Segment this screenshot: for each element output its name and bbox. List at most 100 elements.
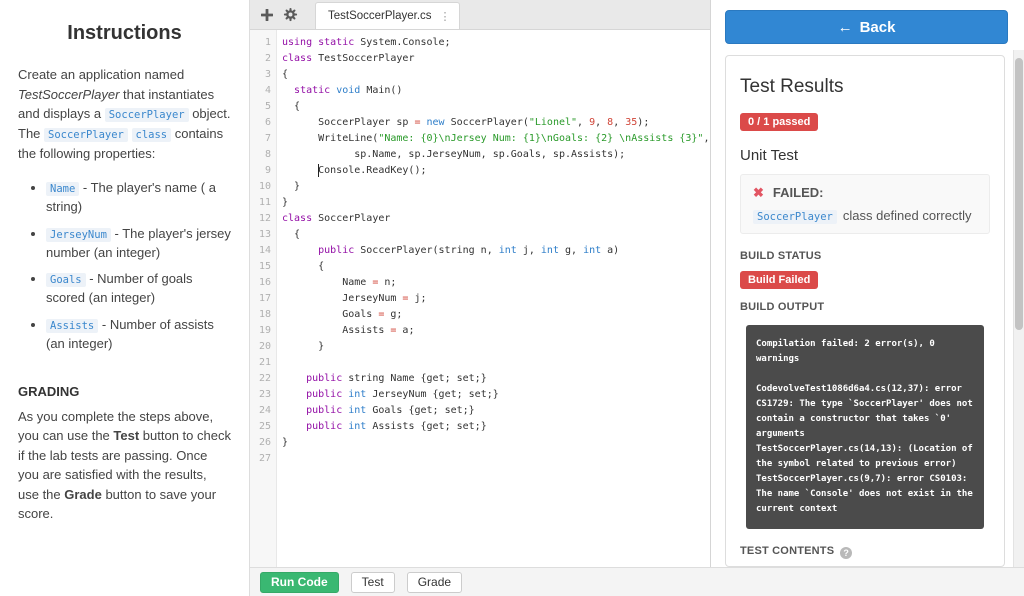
line-number: 12	[250, 211, 276, 227]
line-number: 9	[250, 163, 276, 179]
code-chip: class	[132, 128, 172, 142]
line-number: 2	[250, 51, 276, 67]
code-line[interactable]: {	[282, 227, 710, 243]
code-line[interactable]: public int JerseyNum {get; set;}	[282, 387, 710, 403]
grading-heading: GRADING	[18, 384, 231, 399]
code-line[interactable]: WriteLine("Name: {0}\nJersey Num: {1}\nG…	[282, 131, 710, 147]
line-number: 19	[250, 323, 276, 339]
code-line[interactable]: public int Assists {get; set;}	[282, 419, 710, 435]
code-line[interactable]: using static System.Console;	[282, 35, 710, 51]
instructions-title: Instructions	[18, 22, 231, 45]
code-chip: Name	[46, 182, 79, 196]
code-gutter: 1234567891011121314151617181920212223242…	[250, 30, 277, 567]
code-line[interactable]: {	[282, 259, 710, 275]
code-line[interactable]: {	[282, 67, 710, 83]
line-number: 11	[250, 195, 276, 211]
grading-bold-grade: Grade	[64, 487, 102, 502]
build-output-label: BUILD OUTPUT	[740, 301, 990, 313]
back-arrow-icon: ←	[838, 19, 853, 36]
code-chip: Goals	[46, 273, 86, 287]
scrollbar-thumb[interactable]	[1015, 58, 1023, 330]
code-line[interactable]: SoccerPlayer sp = new SoccerPlayer("Lion…	[282, 115, 710, 131]
list-item: Goals - Number of goals scored (an integ…	[46, 270, 231, 308]
code-chip: SoccerPlayer	[44, 128, 128, 142]
code-chip: Assists	[46, 319, 98, 333]
line-number: 21	[250, 355, 276, 371]
code-lines: using static System.Console;class TestSo…	[277, 30, 710, 567]
list-item: Assists - Number of assists (an integer)	[46, 316, 231, 354]
test-results-card: Test Results 0 / 1 passed Unit Test ✖FAI…	[725, 55, 1005, 567]
settings-gear-button[interactable]	[283, 7, 298, 22]
editor-panel: TestSoccerPlayer.cs ⋮ 123456789101112131…	[250, 0, 711, 596]
line-number: 17	[250, 291, 276, 307]
unit-test-heading: Unit Test	[740, 147, 990, 164]
code-line[interactable]: Console.ReadKey();	[282, 163, 710, 179]
code-line[interactable]: JerseyNum = j;	[282, 291, 710, 307]
code-line[interactable]: Goals = g;	[282, 307, 710, 323]
code-line[interactable]: public int Goals {get; set;}	[282, 403, 710, 419]
line-number: 8	[250, 147, 276, 163]
code-line[interactable]: Name = n;	[282, 275, 710, 291]
add-file-button[interactable]	[260, 8, 274, 22]
test-button[interactable]: Test	[351, 572, 395, 593]
code-line[interactable]: public string Name {get; set;}	[282, 371, 710, 387]
code-chip: JerseyNum	[46, 228, 111, 242]
failed-row: ✖FAILED:	[753, 185, 977, 201]
line-number: 15	[250, 259, 276, 275]
results-panel: ← Back Test Results 0 / 1 passed Unit Tes…	[711, 0, 1024, 596]
gear-icon	[283, 7, 298, 22]
intro-text: Create an application named	[18, 67, 184, 82]
build-output: Compilation failed: 2 error(s), 0 warnin…	[746, 325, 984, 529]
code-line[interactable]	[282, 355, 710, 371]
code-editor[interactable]: 1234567891011121314151617181920212223242…	[250, 30, 710, 567]
line-number: 5	[250, 99, 276, 115]
grade-button[interactable]: Grade	[407, 572, 462, 593]
back-label: Back	[860, 19, 896, 36]
code-chip: SoccerPlayer	[753, 210, 837, 224]
failed-label: FAILED:	[773, 185, 824, 200]
build-failed-badge: Build Failed	[740, 271, 818, 289]
line-number: 13	[250, 227, 276, 243]
line-number: 23	[250, 387, 276, 403]
tab-label: TestSoccerPlayer.cs	[328, 10, 432, 22]
code-line[interactable]: class TestSoccerPlayer	[282, 51, 710, 67]
editor-tabbar: TestSoccerPlayer.cs ⋮	[250, 0, 710, 30]
line-number: 10	[250, 179, 276, 195]
code-line[interactable]: }	[282, 179, 710, 195]
code-line[interactable]: sp.Name, sp.JerseyNum, sp.Goals, sp.Assi…	[282, 147, 710, 163]
tab-menu-icon[interactable]: ⋮	[440, 10, 451, 23]
grading-paragraph: As you complete the steps above, you can…	[18, 407, 231, 524]
app: Instructions Create an application named…	[0, 0, 1024, 596]
text-cursor	[318, 164, 319, 177]
test-contents-label: TEST CONTENTS?	[740, 545, 990, 559]
line-number: 26	[250, 435, 276, 451]
code-line[interactable]: }	[282, 339, 710, 355]
plus-icon	[260, 8, 274, 22]
code-line[interactable]: static void Main()	[282, 83, 710, 99]
code-line[interactable]: }	[282, 195, 710, 211]
line-number: 27	[250, 451, 276, 467]
results-title: Test Results	[740, 76, 990, 98]
failed-description: SoccerPlayer class defined correctly	[753, 208, 977, 223]
grading-bold-test: Test	[113, 428, 139, 443]
code-line[interactable]: Assists = a;	[282, 323, 710, 339]
failed-text: class defined correctly	[843, 208, 972, 223]
line-number: 7	[250, 131, 276, 147]
editor-toolbar: Run Code Test Grade	[250, 567, 1024, 596]
line-number: 16	[250, 275, 276, 291]
code-chip: SoccerPlayer	[105, 108, 189, 122]
results-scrollbar[interactable]	[1013, 50, 1024, 596]
help-icon[interactable]: ?	[840, 547, 852, 559]
instructions-intro: Create an application named TestSoccerPl…	[18, 65, 231, 163]
code-line[interactable]: }	[282, 435, 710, 451]
line-number: 25	[250, 419, 276, 435]
code-line[interactable]: class SoccerPlayer	[282, 211, 710, 227]
line-number: 6	[250, 115, 276, 131]
code-line[interactable]	[282, 451, 710, 467]
code-line[interactable]: public SoccerPlayer(string n, int j, int…	[282, 243, 710, 259]
back-button[interactable]: ← Back	[725, 10, 1008, 44]
code-line[interactable]: {	[282, 99, 710, 115]
tab-testsoccerplayer[interactable]: TestSoccerPlayer.cs ⋮	[315, 2, 460, 29]
run-code-button[interactable]: Run Code	[260, 572, 339, 593]
failed-test-box: ✖FAILED: SoccerPlayer class defined corre…	[740, 174, 990, 234]
